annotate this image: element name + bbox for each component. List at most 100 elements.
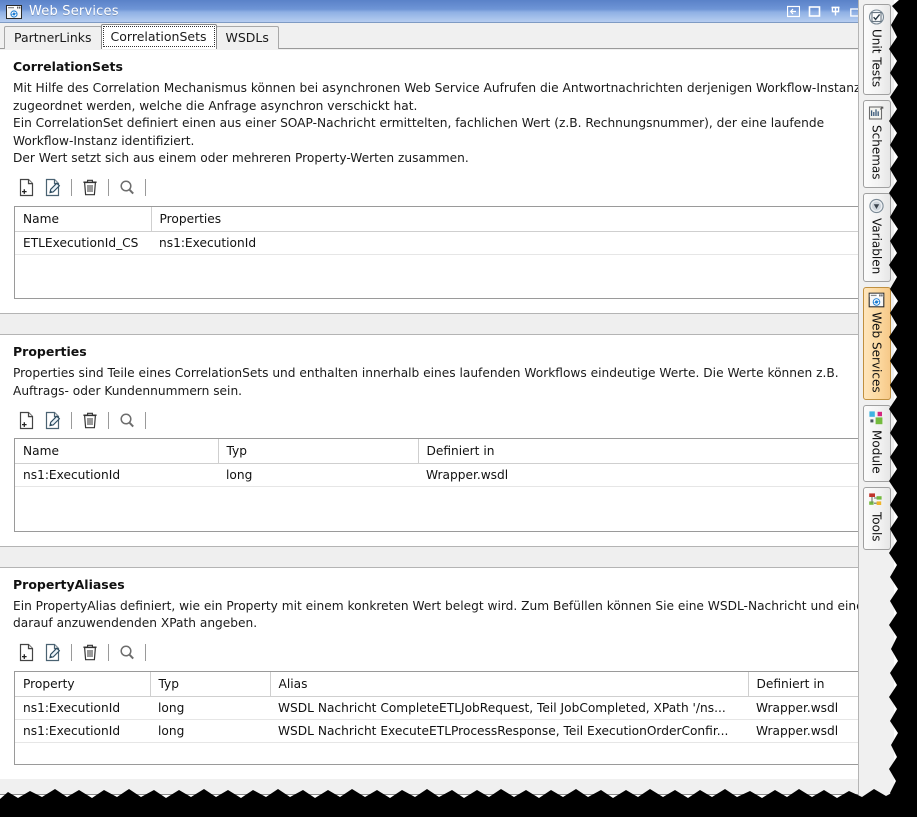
edit-button[interactable]: [40, 177, 66, 199]
tab-label: PartnerLinks: [14, 30, 92, 45]
column-header[interactable]: Definiert in: [418, 439, 880, 464]
sidebar-item-schemas[interactable]: Schemas: [863, 100, 891, 188]
correlationsets-toolbar: [0, 168, 894, 206]
cell-typ: long: [150, 719, 270, 742]
table-header-row: Property Typ Alias Definiert in: [15, 672, 880, 697]
correlationsets-description: Mit Hilfe des Correlation Mechanismus kö…: [0, 74, 894, 168]
table-filler-row: [15, 254, 880, 276]
tools-icon: [868, 492, 885, 508]
sidebar-item-label: Module: [871, 430, 883, 474]
tab-partnerlinks[interactable]: PartnerLinks: [4, 26, 102, 49]
column-header[interactable]: Properties: [151, 207, 880, 232]
toolbar-separator: [145, 412, 146, 429]
sidebar-item-unit-tests[interactable]: Unit Tests: [863, 4, 891, 95]
column-header[interactable]: Typ: [218, 439, 418, 464]
delete-button[interactable]: [77, 177, 103, 199]
sidebar-item-label: Web Services: [871, 312, 883, 393]
table-row[interactable]: ETLExecutionId_CS ns1:ExecutionId: [15, 231, 880, 254]
toolbar-separator: [108, 412, 109, 429]
section-properties: Properties Properties sind Teile eines C…: [0, 335, 894, 546]
column-header[interactable]: Name: [15, 207, 151, 232]
table-row[interactable]: ns1:ExecutionId long Wrapper.wsdl: [15, 464, 880, 487]
unit-tests-icon: [868, 9, 885, 25]
tab-label: WSDLs: [226, 30, 269, 45]
cell-definiert-in: Wrapper.wsdl: [418, 464, 880, 487]
sidebar-item-tools[interactable]: Tools: [863, 487, 891, 550]
content-area: CorrelationSets Mit Hilfe des Correlatio…: [0, 50, 894, 795]
sidebar-item-label: Schemas: [871, 125, 883, 180]
new-button[interactable]: [14, 177, 40, 199]
cell-name: ETLExecutionId_CS: [15, 231, 151, 254]
search-button[interactable]: [114, 177, 140, 199]
table-filler-row: [15, 509, 880, 531]
delete-button[interactable]: [77, 642, 103, 664]
sidebar-item-variablen[interactable]: Variablen: [863, 193, 891, 282]
new-button[interactable]: [14, 642, 40, 664]
correlationsets-table-wrap: Name Properties ETLExecutionId_CS ns1:Ex…: [14, 206, 881, 300]
new-button[interactable]: [14, 409, 40, 431]
correlationsets-heading: CorrelationSets: [0, 50, 894, 74]
propertyaliases-heading: PropertyAliases: [0, 568, 894, 592]
properties-table-wrap: Name Typ Definiert in ns1:ExecutionId lo…: [14, 438, 881, 532]
correlationsets-table: Name Properties ETLExecutionId_CS ns1:Ex…: [15, 207, 880, 299]
search-button[interactable]: [114, 409, 140, 431]
toolbar-separator: [108, 644, 109, 661]
sidebar-item-label: Variablen: [871, 218, 883, 274]
table-header-row: Name Properties: [15, 207, 880, 232]
toolbar-separator: [71, 179, 72, 196]
toolbar-separator: [145, 179, 146, 196]
edit-button[interactable]: [40, 642, 66, 664]
table-row[interactable]: ns1:ExecutionId long WSDL Nachricht Exec…: [15, 719, 880, 742]
edit-button[interactable]: [40, 409, 66, 431]
column-header[interactable]: Typ: [150, 672, 270, 697]
cell-property: ns1:ExecutionId: [15, 719, 150, 742]
tab-correlationsets[interactable]: CorrelationSets: [101, 24, 217, 49]
cell-typ: long: [150, 696, 270, 719]
toolbar-separator: [108, 179, 109, 196]
window-title: Web Services: [29, 4, 786, 19]
propertyaliases-description: Ein PropertyAlias definiert, wie ein Pro…: [0, 592, 894, 633]
cell-properties: ns1:ExecutionId: [151, 231, 880, 254]
tab-wsdls[interactable]: WSDLs: [216, 26, 279, 49]
tab-label: CorrelationSets: [111, 29, 207, 44]
delete-button[interactable]: [77, 409, 103, 431]
pin-button[interactable]: [828, 4, 843, 19]
restore-button[interactable]: [807, 4, 822, 19]
sidebar-item-web-services[interactable]: Web Services: [863, 287, 891, 401]
column-header[interactable]: Property: [15, 672, 150, 697]
sidebar-item-module[interactable]: Module: [863, 405, 891, 482]
schemas-icon: [868, 105, 885, 121]
toolbar-separator: [145, 644, 146, 661]
search-button[interactable]: [114, 642, 140, 664]
table-row[interactable]: ns1:ExecutionId long WSDL Nachricht Comp…: [15, 696, 880, 719]
properties-heading: Properties: [0, 335, 894, 359]
column-header[interactable]: Name: [15, 439, 218, 464]
right-sidebar: Unit Tests Schemas Variablen: [858, 0, 894, 817]
web-services-window: Web Services: [0, 0, 894, 795]
web-services-icon: [868, 292, 885, 308]
dock-left-button[interactable]: [786, 4, 801, 19]
sidebar-item-label: Unit Tests: [871, 29, 883, 87]
table-header-row: Name Typ Definiert in: [15, 439, 880, 464]
module-icon: [868, 410, 885, 426]
toolbar-separator: [71, 644, 72, 661]
variablen-icon: [868, 198, 885, 214]
propertyaliases-toolbar: [0, 633, 894, 671]
properties-description: Properties sind Teile eines CorrelationS…: [0, 359, 894, 400]
web-service-window-icon: [6, 4, 22, 18]
table-filler-row: [15, 487, 880, 509]
sidebar-item-label: Tools: [871, 512, 883, 542]
propertyaliases-table: Property Typ Alias Definiert in ns1:Exec…: [15, 672, 880, 765]
cell-property: ns1:ExecutionId: [15, 696, 150, 719]
tab-strip: PartnerLinks CorrelationSets WSDLs: [0, 23, 893, 49]
cell-alias: WSDL Nachricht ExecuteETLProcessResponse…: [270, 719, 748, 742]
section-divider: [0, 313, 894, 335]
cell-alias: WSDL Nachricht CompleteETLJobRequest, Te…: [270, 696, 748, 719]
column-header[interactable]: Alias: [270, 672, 748, 697]
propertyaliases-table-wrap: Property Typ Alias Definiert in ns1:Exec…: [14, 671, 881, 766]
properties-toolbar: [0, 400, 894, 438]
toolbar-separator: [71, 412, 72, 429]
section-propertyaliases: PropertyAliases Ein PropertyAlias defini…: [0, 568, 894, 780]
table-filler-row: [15, 276, 880, 298]
window-titlebar: Web Services: [0, 0, 893, 23]
